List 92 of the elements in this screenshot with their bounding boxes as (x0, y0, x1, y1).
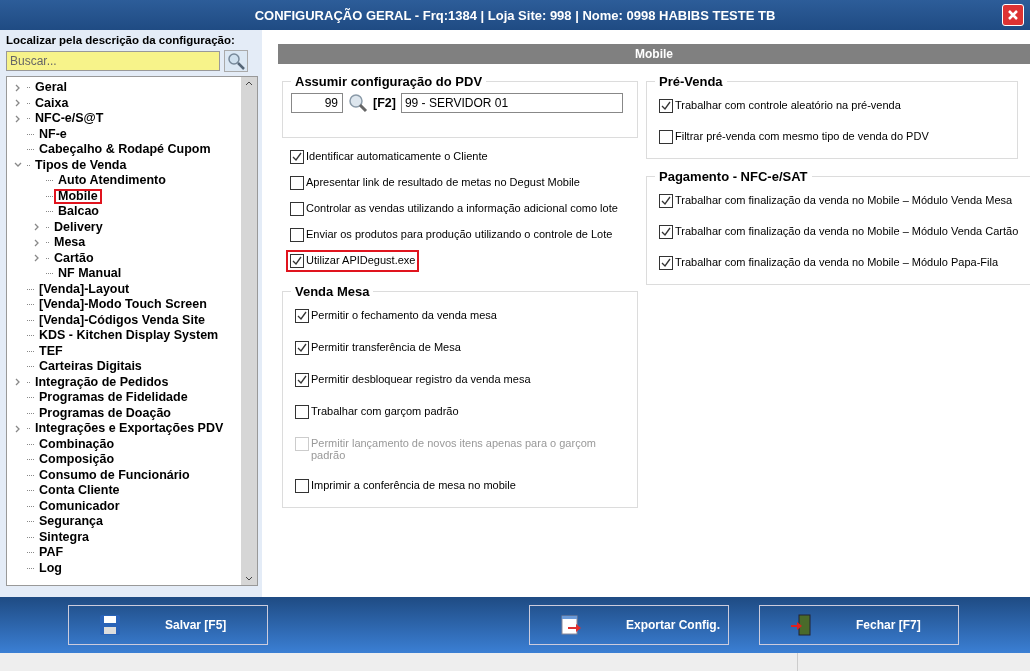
window-title: CONFIGURAÇÃO GERAL - Frq:1384 | Loja Site: 998 | Nome: 0998 HABIBS TESTE TB (254, 7, 776, 23)
group-title: Assumir configuração do PDV (294, 74, 484, 89)
tree-item[interactable]: Carteiras Digitais (35, 359, 146, 375)
checkbox[interactable] (290, 254, 304, 268)
option-label: Trabalhar com garçom padrão (311, 405, 459, 417)
tree-item[interactable]: Mobile (54, 188, 102, 204)
chevron-right-icon[interactable] (14, 83, 22, 92)
export-button[interactable]: Exportar Config. (529, 605, 729, 645)
checkbox[interactable] (295, 479, 309, 493)
option-label: Trabalhar com controle aleatório na pré-venda (675, 99, 901, 111)
group-title: Venda Mesa (294, 284, 371, 299)
tree-item[interactable]: PAF (35, 545, 68, 561)
group-title: Pagamento - NFC-e/SAT (658, 169, 809, 184)
tree-item[interactable]: Cabeçalho & Rodapé Cupom (35, 142, 215, 158)
checkbox[interactable] (295, 341, 309, 355)
tree-item[interactable]: NF-e (35, 126, 71, 142)
pdv-name-field[interactable]: 99 - SERVIDOR 01 (400, 93, 623, 113)
tree-item[interactable]: [Venda]-Layout (35, 281, 134, 297)
option-label: Permitir o fechamento da venda mesa (311, 309, 497, 321)
tree-item[interactable]: Segurança (35, 514, 107, 530)
option-label: Permitir desbloquear registro da venda mesa (311, 373, 531, 385)
option-label: Controlar as vendas utilizando a informação adicional como lote (306, 202, 618, 214)
tree-item[interactable]: Programas de Doação (35, 405, 175, 421)
chevron-right-icon[interactable] (14, 114, 22, 123)
option-label: Permitir transferência de Mesa (311, 341, 461, 353)
checkbox[interactable] (659, 99, 673, 113)
checkbox[interactable] (659, 225, 673, 239)
checkbox[interactable] (659, 194, 673, 208)
option-label: Trabalhar com finalização da venda no Mobile – Módulo Venda Mesa (675, 194, 1013, 206)
close-button[interactable]: Fechar [F7] (759, 605, 959, 645)
tree-item[interactable]: [Venda]-Modo Touch Screen (35, 297, 211, 313)
checkbox[interactable] (290, 176, 304, 190)
tree-item[interactable]: Auto Atendimento (54, 173, 170, 189)
checkbox[interactable] (290, 150, 304, 164)
tree-item[interactable]: NF Manual (54, 266, 126, 282)
tree-item[interactable]: NFC-e/S@T (31, 111, 108, 127)
tree-item[interactable]: KDS - Kitchen Display System (35, 328, 223, 344)
close-icon (1007, 9, 1019, 21)
checkbox[interactable] (659, 256, 673, 270)
checkbox[interactable] (295, 405, 309, 419)
chevron-right-icon[interactable] (14, 378, 22, 387)
scrollbar[interactable] (241, 77, 257, 585)
tree-item[interactable]: Integrações e Exportações PDV (31, 421, 228, 437)
option-label: Enviar os produtos para produção utilizando o controle de Lote (306, 228, 613, 240)
document-arrow-icon (560, 614, 582, 636)
tree-item[interactable]: Geral (31, 80, 71, 96)
pdv-code-field[interactable]: 99 (291, 93, 343, 113)
chevron-right-icon[interactable] (14, 99, 22, 108)
option-label: Imprimir a conferência de mesa no mobile (311, 479, 516, 491)
tree-item[interactable]: Integração de Pedidos (31, 374, 173, 390)
tree-item[interactable]: Conta Cliente (35, 483, 124, 499)
option-label: Utilizar APIDegust.exe (306, 254, 416, 266)
tree-item[interactable]: Caixa (31, 95, 73, 111)
chevron-right-icon[interactable] (33, 254, 41, 263)
tree-item[interactable]: Sintegra (35, 529, 93, 545)
close-button[interactable] (1002, 4, 1024, 26)
search-field[interactable]: Buscar... (6, 51, 220, 71)
chevron-right-icon[interactable] (33, 238, 41, 247)
tree-item[interactable]: Delivery (50, 219, 107, 235)
chevron-right-icon[interactable] (14, 424, 22, 433)
search-icon[interactable] (348, 93, 368, 113)
checkbox[interactable] (290, 228, 304, 242)
tree-item[interactable]: Cartão (50, 250, 98, 266)
option-label: Trabalhar com finalização da venda no Mobile – Módulo Papa-Fila (675, 256, 999, 268)
option-label: Apresentar link de resultado de metas no Degust Mobile (306, 176, 580, 188)
option-label: Filtrar pré-venda com mesmo tipo de venda do PDV (675, 130, 929, 142)
option-label: Identificar automaticamente o Cliente (306, 150, 488, 162)
tree-item[interactable]: TEF (35, 343, 67, 359)
checkbox[interactable] (295, 373, 309, 387)
tree-item[interactable]: Consumo de Funcionário (35, 467, 194, 483)
group-title: Pré-Venda (658, 74, 724, 89)
tree-item[interactable]: Mesa (50, 235, 90, 251)
save-button[interactable]: Salvar [F5] (68, 605, 268, 645)
panel-header: Mobile (278, 44, 1030, 64)
tree-item[interactable]: Combinação (35, 436, 118, 452)
tree-item[interactable]: Tipos de Venda (31, 157, 131, 173)
tree-item[interactable]: Programas de Fidelidade (35, 390, 192, 406)
checkbox[interactable] (290, 202, 304, 216)
option-label: Permitir lançamento de novos itens apenas para o garçom padrão (311, 437, 597, 461)
tree-item[interactable]: [Venda]-Códigos Venda Site (35, 312, 209, 328)
tree-item[interactable]: Balcao (54, 204, 103, 220)
exit-door-icon (790, 614, 812, 636)
search-button[interactable] (224, 50, 248, 72)
shortcut-label: [F2] (373, 96, 396, 110)
checkbox[interactable] (295, 309, 309, 323)
checkbox[interactable] (659, 130, 673, 144)
option-label: Trabalhar com finalização da venda no Mobile – Módulo Venda Cartão (675, 225, 1019, 237)
chevron-right-icon[interactable] (33, 223, 41, 232)
search-label: Localizar pela descrição da configuração: (6, 34, 236, 46)
tree-item[interactable]: Composição (35, 452, 118, 468)
tree-item[interactable]: Comunicador (35, 498, 124, 514)
tree-item[interactable]: Log (35, 560, 66, 576)
